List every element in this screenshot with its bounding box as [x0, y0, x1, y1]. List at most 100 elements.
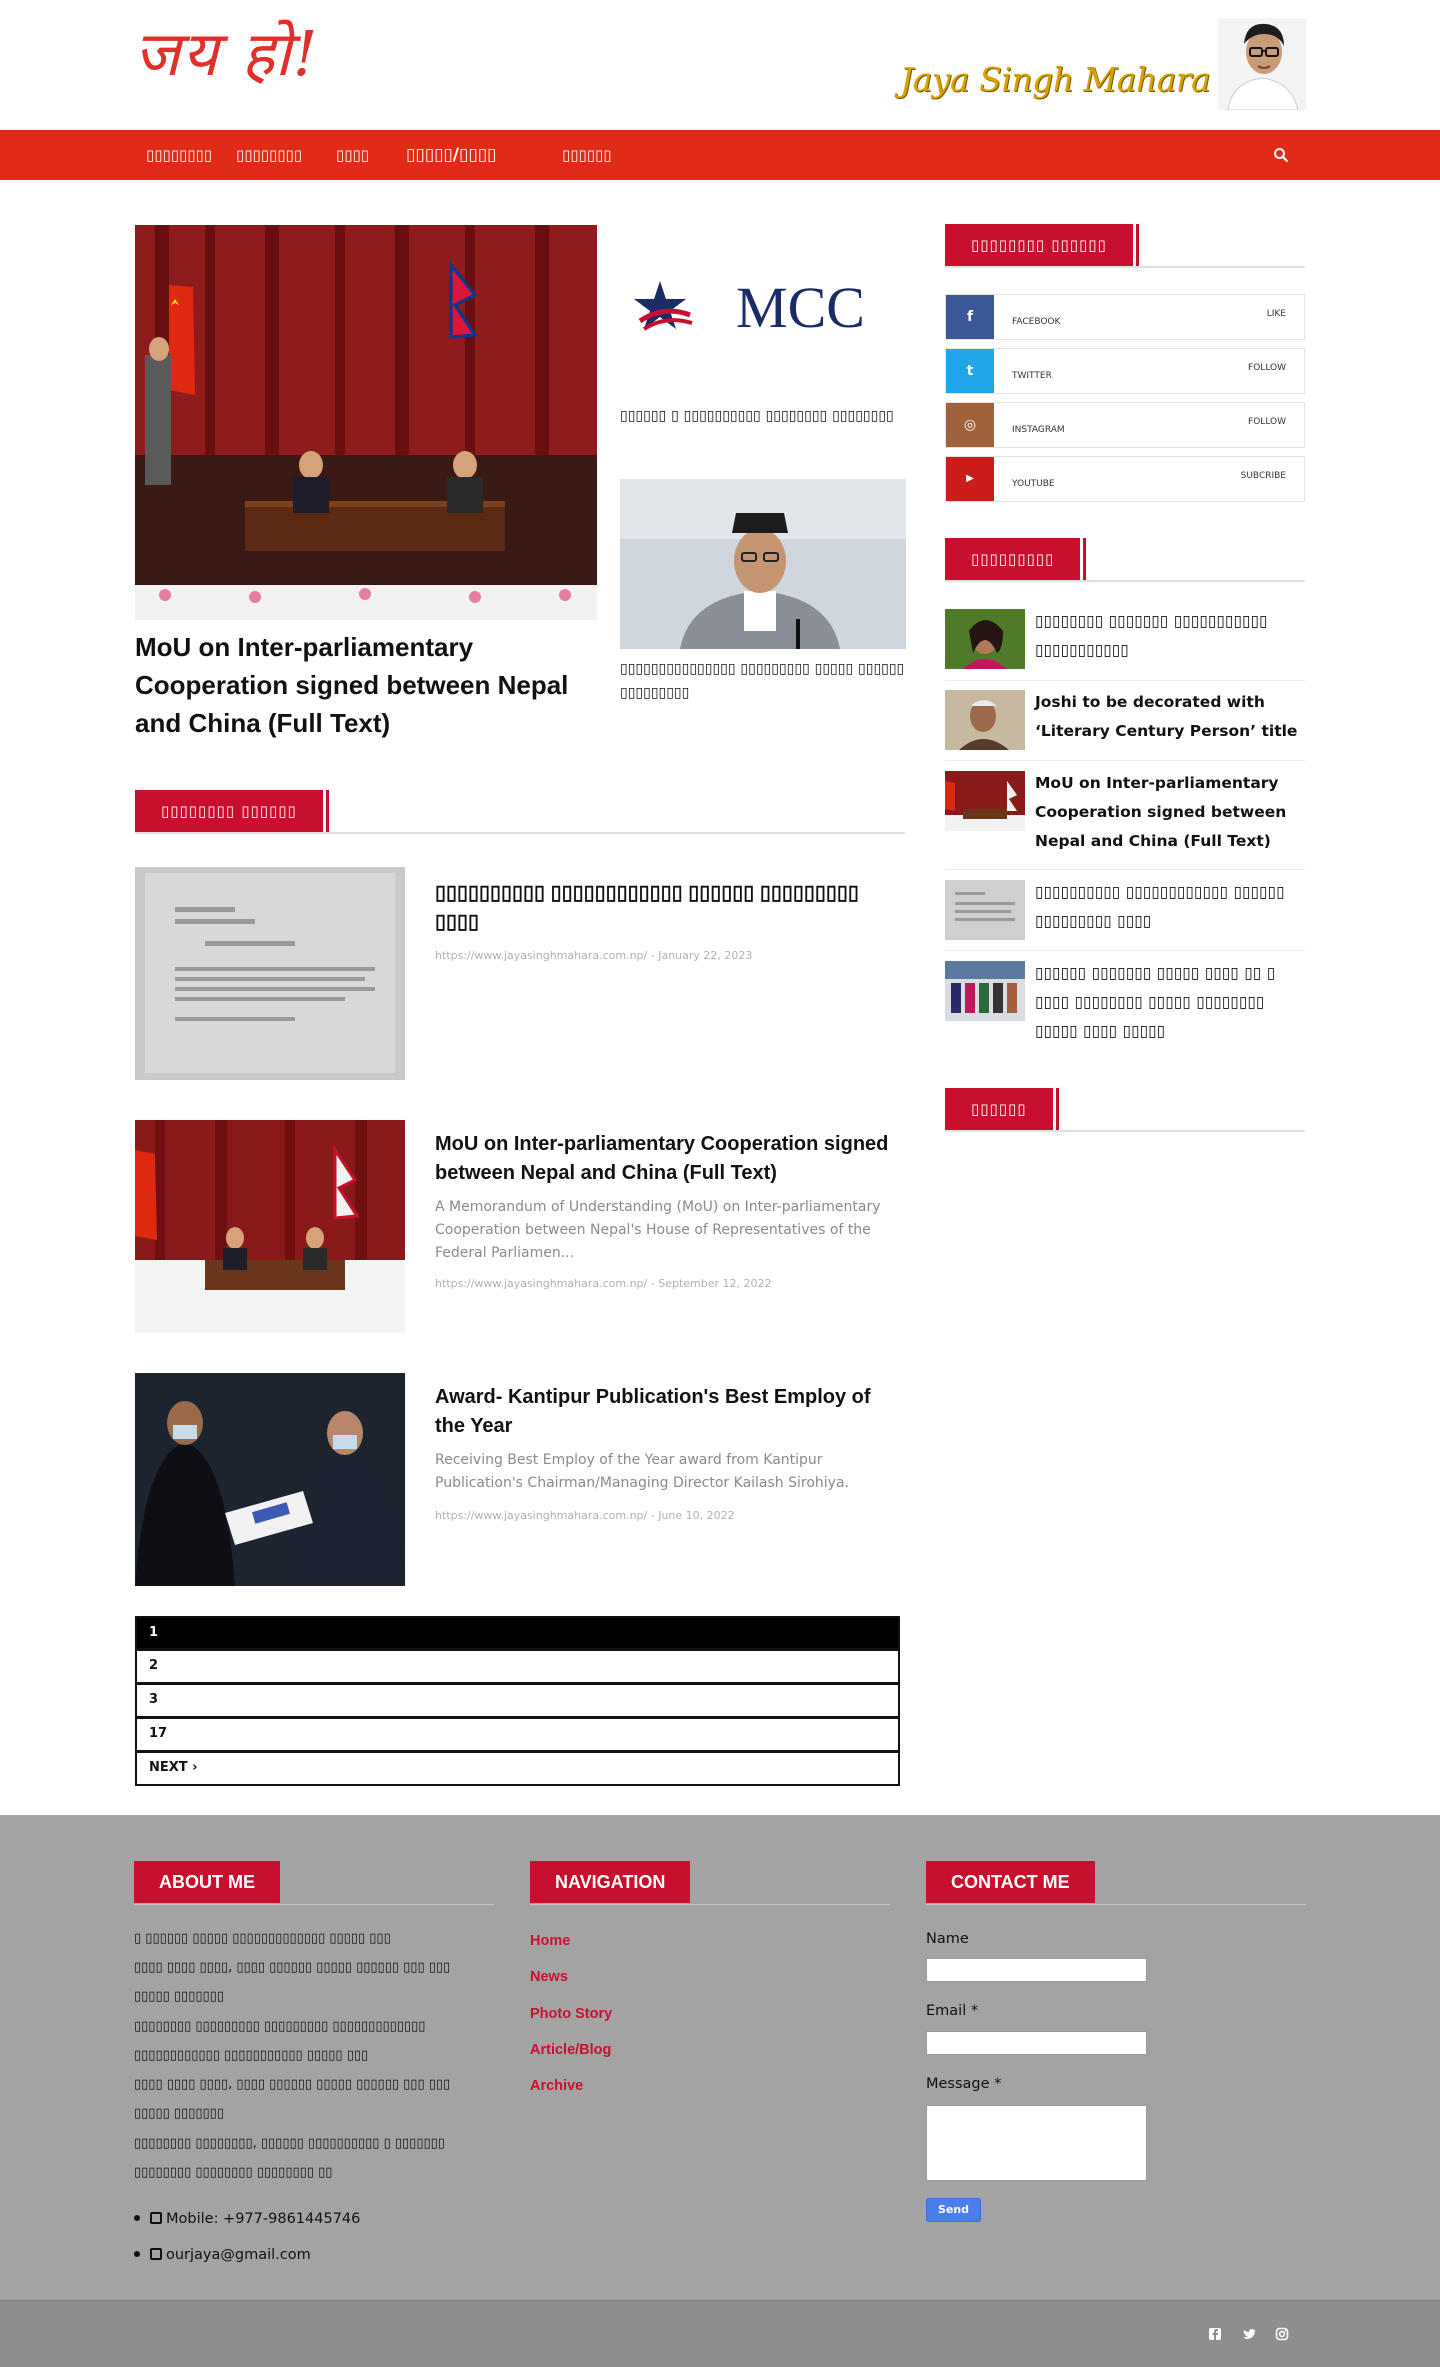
popular-thumbnail[interactable] [945, 690, 1025, 750]
about-text-line: ▯▯▯▯▯▯▯▯▯▯▯▯ ▯▯▯▯▯▯▯▯▯▯▯ ▯▯▯▯▯ ▯▯▯ [134, 2048, 369, 2063]
footer-link-article-blog[interactable]: Article/Blog [530, 2042, 611, 2058]
about-text-line: ▯▯▯▯▯ ▯▯▯▯▯▯▯ [134, 2106, 224, 2121]
divider [945, 869, 1305, 870]
send-button[interactable]: Send [926, 2198, 981, 2222]
nav-item-3[interactable]: ▯▯▯▯ [336, 130, 369, 180]
facebook-icon: f [946, 295, 994, 339]
page-3-link[interactable]: 3 [135, 1684, 900, 1718]
nav-item-2[interactable]: ▯▯▯▯▯▯▯▯ [236, 130, 302, 180]
popular-title[interactable]: ▯▯▯▯▯▯ ▯▯▯▯▯▯▯ ▯▯▯▯▯ ▯▯▯▯ ▯▯ ▯ ▯▯▯▯ ▯▯▯▯… [1035, 959, 1307, 1046]
required-mark: * [994, 2076, 1002, 2092]
about-text-line: ▯ ▯▯▯▯▯▯ ▯▯▯▯▯ ▯▯▯▯▯▯▯▯▯▯▯▯▯ ▯▯▯▯▯ ▯▯▯ [134, 1931, 391, 1946]
social-instagram[interactable]: ◎ INSTAGRAM FOLLOW [945, 402, 1305, 448]
about-text-line: ▯▯▯▯ ▯▯▯▯ ▯▯▯▯, ▯▯▯▯ ▯▯▯▯▯▯ ▯▯▯▯▯ ▯▯▯▯▯▯… [134, 2077, 451, 2092]
page-17-link[interactable]: 17 [135, 1718, 900, 1752]
social-name: INSTAGRAM [1012, 425, 1065, 435]
nav-item-5[interactable]: ▯▯▯▯▯▯ [562, 130, 612, 180]
social-twitter[interactable]: t TWITTER FOLLOW [945, 348, 1305, 394]
follow-section-heading: ▯▯▯▯▯▯▯▯ ▯▯▯▯▯▯ [945, 224, 1305, 268]
footer-link-news[interactable]: News [530, 1969, 568, 1985]
popular-title[interactable]: ▯▯▯▯▯▯▯▯▯▯ ▯▯▯▯▯▯▯▯▯▯▯▯ ▯▯▯▯▯▯ ▯▯▯▯▯▯▯▯▯… [1035, 878, 1307, 936]
hero-main-image[interactable] [135, 225, 597, 620]
footer-bottom-bar [0, 2300, 1440, 2367]
page-1-link[interactable]: 1 [135, 1616, 900, 1650]
post-item: Award- Kantipur Publication's Best Emplo… [135, 1373, 905, 1586]
instagram-icon: ◎ [946, 403, 994, 447]
popular-section-heading: ▯▯▯▯▯▯▯▯▯ [945, 538, 1305, 582]
message-field[interactable] [926, 2105, 1147, 2181]
hero-side-title-1[interactable]: ▯▯▯▯▯▯ ▯ ▯▯▯▯▯▯▯▯▯▯ ▯▯▯▯▯▯▯▯ ▯▯▯▯▯▯▯▯ [620, 404, 906, 428]
hero-side-title-2[interactable]: ▯▯▯▯▯▯▯▯▯▯▯▯▯▯▯ ▯▯▯▯▯▯▯▯▯ ▯▯▯▯▯ ▯▯▯▯▯▯ ▯… [620, 657, 906, 705]
site-header: जय हो! Jaya Singh Mahara [0, 0, 1440, 130]
nav-item-4[interactable]: ▯▯▯▯▯/▯▯▯▯ [406, 130, 496, 180]
post-thumbnail[interactable] [135, 867, 405, 1080]
footer-link-archive[interactable]: Archive [530, 2078, 583, 2094]
search-icon[interactable] [1272, 146, 1290, 164]
nav-item-1[interactable]: ▯▯▯▯▯▯▯▯ [146, 130, 212, 180]
author-portrait [1218, 18, 1306, 110]
contact-mobile: Mobile: +977-9861445746 [134, 2211, 360, 2227]
popular-title[interactable]: Joshi to be decorated with ‘Literary Cen… [1035, 688, 1307, 746]
post-meta[interactable]: https://www.jayasinghmahara.com.np/ - Ju… [435, 1509, 735, 1522]
popular-thumbnail[interactable] [945, 961, 1025, 1021]
youtube-icon: ▶ [946, 457, 994, 501]
footer-link-photo-story[interactable]: Photo Story [530, 2006, 612, 2022]
mail-icon [150, 2248, 162, 2260]
post-thumbnail[interactable] [135, 1373, 405, 1586]
name-label: Name [926, 1931, 969, 1947]
email-text[interactable]: ourjaya@gmail.com [166, 2247, 311, 2263]
about-heading-label: ABOUT ME [134, 1861, 280, 1903]
instagram-icon[interactable] [1275, 2327, 1289, 2341]
popular-title[interactable]: ▯▯▯▯▯▯▯▯ ▯▯▯▯▯▯▯ ▯▯▯▯▯▯▯▯▯▯▯ ▯▯▯▯▯▯▯▯▯▯▯ [1035, 607, 1307, 665]
hero-side-image-2[interactable] [620, 479, 906, 649]
email-field[interactable] [926, 2031, 1147, 2055]
divider [945, 680, 1305, 681]
name-field[interactable] [926, 1958, 1147, 1982]
post-title[interactable]: ▯▯▯▯▯▯▯▯▯▯ ▯▯▯▯▯▯▯▯▯▯▯▯ ▯▯▯▯▯▯ ▯▯▯▯▯▯▯▯▯… [435, 879, 905, 937]
popular-title[interactable]: MoU on Inter-parliamentary Cooperation s… [1035, 769, 1307, 856]
footer-link-home[interactable]: Home [530, 1933, 570, 1949]
post-item: MoU on Inter-parliamentary Cooperation s… [135, 1120, 905, 1333]
follow-heading-label: ▯▯▯▯▯▯▯▯ ▯▯▯▯▯▯ [945, 224, 1139, 266]
email-label: Email * [926, 2003, 978, 2019]
main-navigation: ▯▯▯▯▯▯▯▯ ▯▯▯▯▯▯▯▯ ▯▯▯▯ ▯▯▯▯▯/▯▯▯▯ ▯▯▯▯▯▯ [0, 130, 1440, 180]
hero-main-title[interactable]: MoU on Inter-parliamentary Cooperation s… [135, 628, 605, 742]
site-logo[interactable]: जय हो! [134, 19, 320, 88]
divider [945, 760, 1305, 761]
about-text-line: ▯▯▯▯▯▯▯▯ ▯▯▯▯▯▯▯▯▯ ▯▯▯▯▯▯▯▯▯ ▯▯▯▯▯▯▯▯▯▯▯… [134, 2019, 426, 2034]
popular-thumbnail[interactable] [945, 771, 1025, 831]
about-heading: ABOUT ME [134, 1861, 494, 1905]
bullet-icon [134, 2251, 140, 2257]
contact-email: ourjaya@gmail.com [134, 2247, 311, 2263]
about-text-line: ▯▯▯▯▯▯▯▯ ▯▯▯▯▯▯▯▯, ▯▯▯▯▯▯ ▯▯▯▯▯▯▯▯▯▯ ▯ ▯… [134, 2136, 445, 2151]
popular-thumbnail[interactable] [945, 880, 1025, 940]
twitter-icon[interactable] [1242, 2327, 1256, 2341]
required-mark: * [970, 2003, 979, 2019]
popular-thumbnail[interactable] [945, 609, 1025, 669]
mobile-text[interactable]: Mobile: +977-9861445746 [166, 2211, 360, 2227]
page-2-link[interactable]: 2 [135, 1650, 900, 1684]
third-heading-label: ▯▯▯▯▯▯ [945, 1088, 1059, 1130]
latest-section-heading: ▯▯▯▯▯▯▯▯ ▯▯▯▯▯▯ [135, 790, 905, 834]
post-meta[interactable]: https://www.jayasinghmahara.com.np/ - Ja… [435, 949, 752, 962]
next-page-link[interactable]: NEXT › [135, 1752, 900, 1786]
social-name: TWITTER [1012, 371, 1052, 381]
mcc-logo-image[interactable]: MCC [620, 225, 906, 395]
post-thumbnail[interactable] [135, 1120, 405, 1333]
navigation-heading: NAVIGATION [530, 1861, 890, 1905]
social-action: LIKE [1266, 309, 1286, 319]
post-title[interactable]: MoU on Inter-parliamentary Cooperation s… [435, 1130, 905, 1188]
social-youtube[interactable]: ▶ YOUTUBE SUBCRIBE [945, 456, 1305, 502]
pagination: 1 2 3 17 NEXT › [135, 1616, 900, 1786]
facebook-icon[interactable] [1208, 2327, 1222, 2341]
post-excerpt: A Memorandum of Understanding (MoU) on I… [435, 1199, 881, 1261]
social-action: FOLLOW [1248, 417, 1286, 427]
post-title[interactable]: Award- Kantipur Publication's Best Emplo… [435, 1383, 905, 1441]
post-meta[interactable]: https://www.jayasinghmahara.com.np/ - Se… [435, 1277, 772, 1290]
email-label-text: Email [926, 2003, 967, 2019]
twitter-icon: t [946, 349, 994, 393]
social-facebook[interactable]: f FACEBOOK LIKE [945, 294, 1305, 340]
divider [945, 950, 1305, 951]
bullet-icon [134, 2215, 140, 2221]
contact-heading: CONTACT ME [926, 1861, 1306, 1905]
